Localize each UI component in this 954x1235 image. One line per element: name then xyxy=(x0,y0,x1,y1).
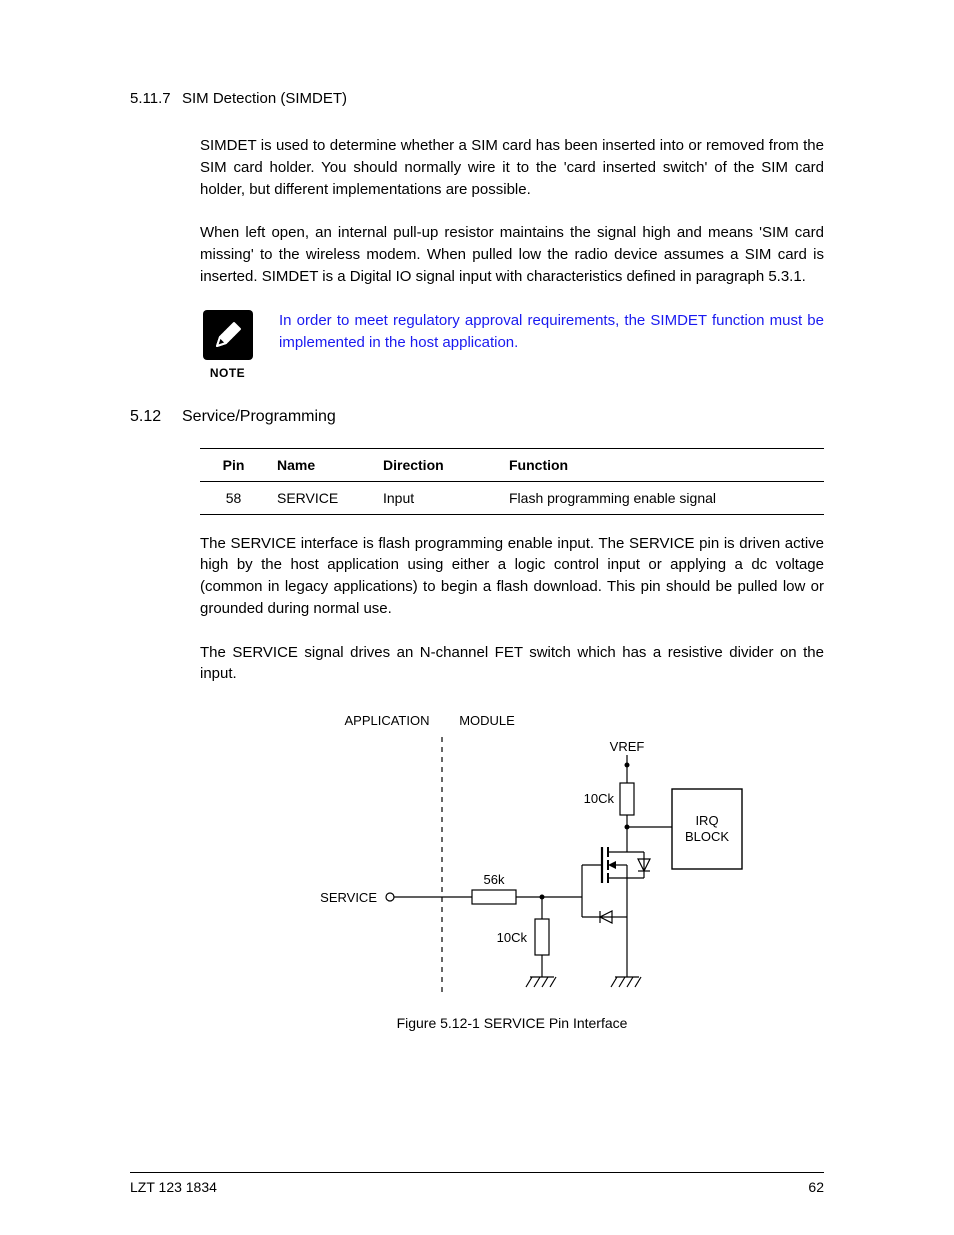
table-header-row: Pin Name Direction Function xyxy=(200,448,824,481)
col-direction: Direction xyxy=(377,448,503,481)
heading-title: SIM Detection (SIMDET) xyxy=(182,90,347,107)
cell-function: Flash programming enable signal xyxy=(503,481,824,514)
label-module: MODULE xyxy=(459,713,515,728)
page: 5.11.7 SIM Detection (SIMDET) SIMDET is … xyxy=(0,0,954,1235)
label-vref: VREF xyxy=(610,739,645,754)
label-block: BLOCK xyxy=(685,829,729,844)
content: 5.11.7 SIM Detection (SIMDET) SIMDET is … xyxy=(130,90,824,1132)
note-label: NOTE xyxy=(210,366,245,380)
paragraph: When left open, an internal pull-up resi… xyxy=(200,222,824,287)
cell-name: SERVICE xyxy=(271,481,377,514)
cell-pin: 58 xyxy=(200,481,271,514)
table-row: 58 SERVICE Input Flash programming enabl… xyxy=(200,481,824,514)
label-service: SERVICE xyxy=(320,890,377,905)
heading-number: 5.11.7 xyxy=(130,90,174,107)
service-pin-interface-diagram: APPLICATION MODULE SERVICE 56k xyxy=(272,707,752,1007)
footer-left: LZT 123 1834 xyxy=(130,1179,217,1195)
section-5-12-body: Pin Name Direction Function 58 SERVICE I… xyxy=(200,448,824,1032)
heading-title: Service/Programming xyxy=(182,408,336,426)
label-56k: 56k xyxy=(484,872,505,887)
label-10k-bot: 10Ck xyxy=(497,930,528,945)
cell-direction: Input xyxy=(377,481,503,514)
col-pin: Pin xyxy=(200,448,271,481)
figure-caption: Figure 5.12-1 SERVICE Pin Interface xyxy=(200,1015,824,1031)
figure-5-12-1: APPLICATION MODULE SERVICE 56k xyxy=(200,707,824,1031)
label-application: APPLICATION xyxy=(344,713,429,728)
label-irq: IRQ xyxy=(695,813,718,828)
note-block: NOTE In order to meet regulatory approva… xyxy=(200,310,824,380)
note-badge: NOTE xyxy=(200,310,255,380)
heading-5-11-7: 5.11.7 SIM Detection (SIMDET) xyxy=(130,90,824,107)
paragraph: The SERVICE signal drives an N-channel F… xyxy=(200,642,824,686)
label-10k-top: 10Ck xyxy=(584,791,615,806)
heading-number: 5.12 xyxy=(130,408,174,426)
section-5-11-7-body: SIMDET is used to determine whether a SI… xyxy=(200,135,824,380)
heading-5-12: 5.12 Service/Programming xyxy=(130,408,824,426)
footer-right: 62 xyxy=(808,1179,824,1195)
note-text: In order to meet regulatory approval req… xyxy=(279,310,824,355)
paragraph: The SERVICE interface is flash programmi… xyxy=(200,533,824,620)
paragraph: SIMDET is used to determine whether a SI… xyxy=(200,135,824,200)
col-function: Function xyxy=(503,448,824,481)
col-name: Name xyxy=(271,448,377,481)
pencil-icon xyxy=(203,310,253,360)
page-footer: LZT 123 1834 62 xyxy=(130,1172,824,1195)
pin-table: Pin Name Direction Function 58 SERVICE I… xyxy=(200,448,824,515)
